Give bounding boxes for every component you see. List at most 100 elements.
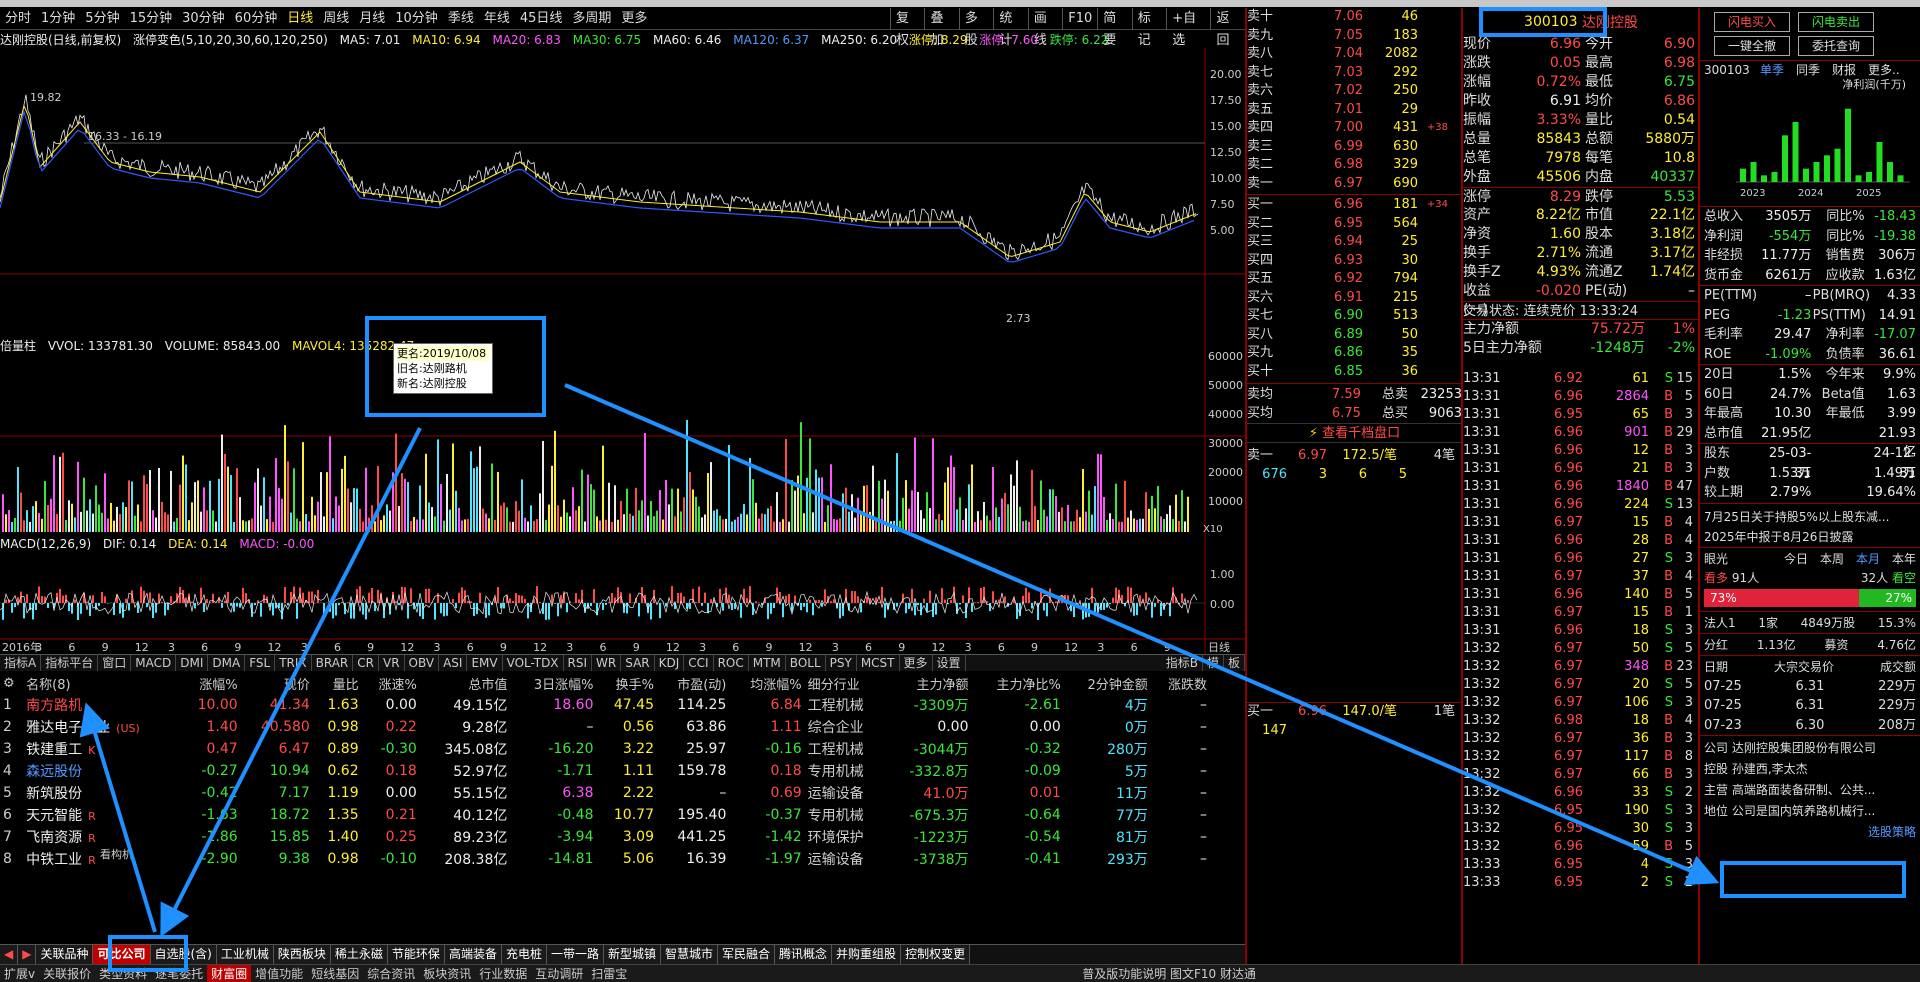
sector-tab[interactable]: 稀土永磁 xyxy=(330,945,388,964)
table-row[interactable]: 6 天元智能 R -1.63 18.72 1.35 0.21 40.12亿 -0.48 10.77… xyxy=(0,804,1210,826)
indicator-tab[interactable]: WR xyxy=(592,655,622,671)
column-header[interactable]: 涨速% xyxy=(362,672,420,694)
period-tab[interactable]: 周线 xyxy=(318,8,354,30)
indicator-tab[interactable]: BRAR xyxy=(312,655,354,671)
toolbar-button[interactable]: +自选 xyxy=(1166,8,1210,48)
toolbar-button[interactable]: 复权 xyxy=(890,8,924,48)
indicator-tab[interactable]: EMV xyxy=(467,655,503,671)
sector-tab[interactable]: 新型城镇 xyxy=(603,945,661,964)
column-header[interactable]: 主力净比% xyxy=(971,672,1063,694)
indicator-tab[interactable]: BOLL xyxy=(786,655,826,671)
tab-week[interactable]: 本周 xyxy=(1820,550,1844,567)
table-row[interactable]: 8 中铁工业 R -2.90 9.38 0.98 -0.10 208.38亿 -14.81 5.0… xyxy=(0,848,1210,870)
column-header[interactable]: 量比 xyxy=(313,672,362,694)
indicator-tab[interactable]: VOL-TDX xyxy=(503,655,564,671)
stock-name-cell[interactable]: 天元智能 R xyxy=(23,804,180,826)
buy-level-row[interactable]: 买八 6.89 50 xyxy=(1247,326,1462,345)
sector-tab[interactable]: 节能环保 xyxy=(387,945,445,964)
indicator-tab[interactable]: FSL xyxy=(245,655,276,671)
order-query-button[interactable]: 委托查询 xyxy=(1798,36,1874,56)
indicator-tab[interactable]: 指标A xyxy=(0,655,42,671)
sector-tab[interactable]: 高端装备 xyxy=(444,945,502,964)
period-tab[interactable]: 季线 xyxy=(443,8,479,30)
nav-right-icon[interactable]: ▶ xyxy=(18,945,37,964)
settings-icon[interactable]: ⚙ xyxy=(3,676,15,691)
indicator-tab[interactable]: 指标平台 xyxy=(41,655,99,671)
buy-level-row[interactable]: 买十 6.85 36 xyxy=(1247,363,1462,382)
table-row[interactable]: 2 雅达电子工业 (US) 1.40 40.580 0.98 0.22 9.28亿 – 0.56 6… xyxy=(0,716,1210,738)
period-tab[interactable]: 5分钟 xyxy=(80,8,124,30)
tab-report[interactable]: 财报 xyxy=(1832,61,1868,78)
indicator-tab[interactable]: 窗口 xyxy=(98,655,132,671)
indicator-tab-right[interactable]: 模 xyxy=(1203,655,1224,671)
period-tab[interactable]: 月线 xyxy=(354,8,390,30)
stock-name-cell[interactable]: 雅达电子工业 (US) xyxy=(23,716,180,738)
tab-same-quarter[interactable]: 同季 xyxy=(1796,61,1832,78)
bottom-function-item[interactable]: 增值功能 xyxy=(251,965,307,982)
period-tab[interactable]: 10分钟 xyxy=(390,8,443,30)
column-header[interactable]: 3日涨幅% xyxy=(510,672,596,694)
period-tab[interactable]: 日线 xyxy=(282,8,318,30)
buy-level-row[interactable]: 买二 6.95 564 xyxy=(1247,215,1462,234)
nav-left-icon[interactable]: ◀ xyxy=(0,945,19,964)
buy-level-row[interactable]: 买七 6.90 513 xyxy=(1247,307,1462,326)
strategy-link[interactable]: 选股策略 xyxy=(1704,822,1916,843)
indicator-tab[interactable]: ROC xyxy=(714,655,749,671)
bottom-function-item[interactable]: 扫雷宝 xyxy=(587,965,631,982)
toolbar-button[interactable]: 多股 xyxy=(958,8,993,48)
column-header[interactable]: 现价 xyxy=(241,672,313,694)
sell-level-row[interactable]: 卖二 6.98 329 xyxy=(1247,156,1462,175)
indicator-tab[interactable]: MTM xyxy=(749,655,786,671)
bottom-right-links[interactable]: 普及版功能说明 图文F10 财达通 xyxy=(1078,965,1260,982)
indicator-tab[interactable]: PSY xyxy=(826,655,857,671)
stock-name-cell[interactable]: 飞南资源 R xyxy=(23,826,180,848)
table-row[interactable]: 7 飞南资源 R -1.86 15.85 1.40 0.25 89.23亿 -3.94 3.09 4… xyxy=(0,826,1210,848)
bottom-function-item[interactable]: 综合资讯 xyxy=(363,965,419,982)
column-header[interactable]: 总市值 xyxy=(420,672,511,694)
column-header[interactable]: 名称(8) xyxy=(23,672,180,694)
column-header[interactable]: 涨幅% xyxy=(180,672,240,694)
sector-tab[interactable]: 关联品种 xyxy=(36,945,94,964)
buy-level-row[interactable]: 买六 6.91 215 xyxy=(1247,289,1462,308)
period-tab[interactable]: 年线 xyxy=(479,8,515,30)
sell-level-row[interactable]: 卖三 6.99 630 xyxy=(1247,138,1462,157)
toolbar-button[interactable]: 简要 xyxy=(1097,8,1131,48)
period-tab[interactable]: 多周期 xyxy=(567,8,616,30)
indicator-tab-right[interactable]: 指标B xyxy=(1162,655,1203,671)
indicator-tab[interactable]: SAR xyxy=(621,655,655,671)
bottom-function-item[interactable]: 短线基因 xyxy=(307,965,363,982)
sector-tab[interactable]: 控制权变更 xyxy=(901,945,971,964)
sector-tab[interactable]: 腾讯概念 xyxy=(775,945,833,964)
bottom-function-item[interactable]: 板块资讯 xyxy=(419,965,475,982)
buy-level-row[interactable]: 买五 6.92 794 xyxy=(1247,270,1462,289)
toolbar-button[interactable]: 统计 xyxy=(993,8,1027,48)
sector-tab[interactable]: 并购重组股 xyxy=(832,945,902,964)
column-header[interactable]: 换手% xyxy=(597,672,657,694)
flash-buy-button[interactable]: 闪电买入 xyxy=(1714,12,1790,32)
period-tab[interactable]: 1分钟 xyxy=(36,8,80,30)
sell-level-row[interactable]: 卖五 7.01 29 xyxy=(1247,101,1462,120)
news-item[interactable]: 2025年中报于8月26日披露 xyxy=(1704,527,1916,547)
toolbar-button[interactable]: 标记 xyxy=(1131,8,1166,48)
stock-name-cell[interactable]: 森远股份 xyxy=(23,760,180,782)
cancel-all-button[interactable]: 一键全撤 xyxy=(1714,36,1790,56)
sell-level-row[interactable]: 卖六 7.02 250 xyxy=(1247,82,1462,101)
toolbar-button[interactable]: F10 xyxy=(1062,8,1097,30)
indicator-tab[interactable]: ASI xyxy=(439,655,468,671)
indicator-tab[interactable]: MCST xyxy=(857,655,900,671)
tab-month[interactable]: 本月 xyxy=(1856,550,1880,567)
sell-level-row[interactable]: 卖十 7.06 46 xyxy=(1247,8,1462,27)
sell-level-row[interactable]: 卖七 7.03 292 xyxy=(1247,64,1462,83)
bottom-function-item[interactable]: 互动调研 xyxy=(531,965,587,982)
buy-level-row[interactable]: 买四 6.93 30 xyxy=(1247,252,1462,271)
toolbar-button[interactable]: 叠加 xyxy=(924,8,958,48)
indicator-tab[interactable]: RSI xyxy=(564,655,593,671)
column-header[interactable]: 细分行业 xyxy=(805,672,886,694)
column-header[interactable]: 主力净额 xyxy=(886,672,971,694)
indicator-tab[interactable]: MACD xyxy=(131,655,177,671)
table-row[interactable]: 4 森远股份 -0.27 10.94 0.62 0.18 52.97亿 -1.71 1.11 15… xyxy=(0,760,1210,782)
indicator-tab-right[interactable]: 板 xyxy=(1224,655,1245,671)
stock-name-cell[interactable]: 铁建重工 K xyxy=(23,738,180,760)
view-depth-button[interactable]: ⚡ 查看千档盘口 xyxy=(1247,423,1462,443)
sector-tab[interactable]: 军民融合 xyxy=(718,945,776,964)
